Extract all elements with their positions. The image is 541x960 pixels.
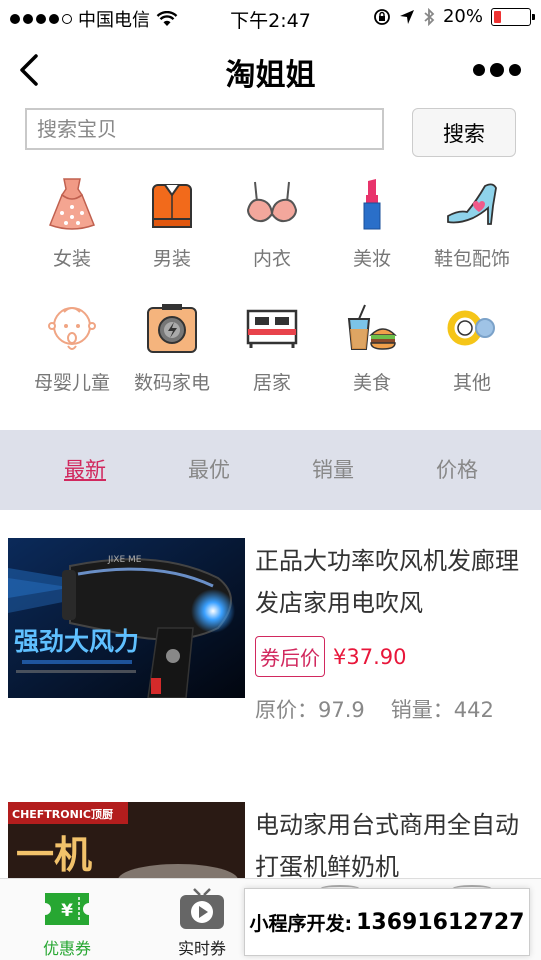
tab-label: 优惠券 xyxy=(42,939,91,958)
search-input[interactable] xyxy=(25,108,384,150)
category-baby[interactable]: 母婴儿童 xyxy=(22,296,122,406)
sales-value: 442 xyxy=(453,698,494,722)
category-label: 居家 xyxy=(252,372,291,394)
product-card[interactable]: CHEFTRONIC顶厨 一机 电动家用台式商用全自动打蛋机鲜奶机 xyxy=(8,802,541,878)
original-price: 原价：97.9 xyxy=(255,694,365,724)
product-card[interactable]: JIXE ME 强劲大风力 正品大功率吹风机发廊理发店家用电吹风 券后价 ¥37… xyxy=(8,538,541,728)
category-shoes-bags[interactable]: 鞋包配饰 xyxy=(422,172,522,282)
category-label: 女装 xyxy=(52,248,91,270)
coupon-row: 券后价 ¥37.90 xyxy=(255,636,406,677)
product-image[interactable]: JIXE ME 强劲大风力 xyxy=(8,538,245,698)
category-underwear[interactable]: 内衣 xyxy=(222,172,322,282)
battery-icon xyxy=(491,7,535,26)
product-image[interactable]: CHEFTRONIC顶厨 一机 xyxy=(8,802,245,878)
status-right: 20% xyxy=(373,6,535,27)
category-home[interactable]: 居家 xyxy=(222,296,322,406)
bed-icon xyxy=(240,296,304,360)
dress-icon xyxy=(40,172,104,236)
page-title: 淘姐姐 xyxy=(225,58,316,93)
product-meta: 原价：97.9 销量：442 xyxy=(255,694,494,724)
status-bar: 中国电信 下午2:47 20% xyxy=(0,0,541,36)
category-label: 美妆 xyxy=(352,248,391,270)
category-label: 美食 xyxy=(352,372,391,394)
category-digital[interactable]: 数码家电 xyxy=(122,296,222,406)
product-title[interactable]: 电动家用台式商用全自动打蛋机鲜奶机 xyxy=(255,804,535,878)
category-other[interactable]: 其他 xyxy=(422,296,522,406)
sort-tab-best[interactable]: 最优 xyxy=(147,430,271,510)
promo-label: 小程序开发: xyxy=(249,912,353,935)
food-icon xyxy=(340,296,404,360)
tab-coupons[interactable]: ¥ 优惠券 xyxy=(17,879,117,960)
category-label: 数码家电 xyxy=(133,372,210,394)
coupon-icon: ¥ xyxy=(42,887,92,931)
baby-icon xyxy=(40,296,104,360)
shirt-icon xyxy=(140,172,204,236)
category-label: 鞋包配饰 xyxy=(433,248,510,270)
original-price-value: 97.9 xyxy=(318,698,365,722)
high-heel-icon xyxy=(440,172,504,236)
play-icon xyxy=(177,887,227,931)
battery-percent: 20% xyxy=(442,6,483,27)
rings-icon xyxy=(440,296,504,360)
image-brand-text: JIXE ME xyxy=(107,555,142,565)
search-button[interactable]: 搜索 xyxy=(412,108,516,157)
more-icon[interactable] xyxy=(473,63,521,77)
product-title[interactable]: 正品大功率吹风机发廊理发店家用电吹风 xyxy=(255,540,535,624)
nav-bar: 淘姐姐 xyxy=(0,36,541,104)
tab-label: 实时券 xyxy=(177,939,226,958)
bluetooth-icon xyxy=(424,7,435,26)
bra-icon xyxy=(240,172,304,236)
promo-phone: 13691612727 xyxy=(356,909,525,935)
category-grid: 女装 男装 内衣 美妆 鞋包配饰 母婴儿童 数码家电 居家 美食 其他 xyxy=(22,172,522,406)
category-label: 男装 xyxy=(152,248,191,270)
tab-live-coupons[interactable]: 实时券 xyxy=(152,879,252,960)
sort-tab-sales[interactable]: 销量 xyxy=(271,430,395,510)
sort-bar: 最新 最优 销量 价格 xyxy=(0,430,541,510)
rotation-lock-icon xyxy=(374,8,390,25)
original-price-label: 原价： xyxy=(255,698,318,722)
category-women[interactable]: 女装 xyxy=(22,172,122,282)
category-cosmetics[interactable]: 美妆 xyxy=(322,172,422,282)
image-brand-text: CHEFTRONIC顶厨 xyxy=(12,808,113,821)
image-caption-text: 一机 xyxy=(16,833,92,877)
sales-label: 销量： xyxy=(390,698,454,722)
category-food[interactable]: 美食 xyxy=(322,296,422,406)
category-label: 内衣 xyxy=(252,248,291,270)
location-icon xyxy=(399,9,414,24)
sort-tab-price[interactable]: 价格 xyxy=(395,430,519,510)
coupon-price: ¥37.90 xyxy=(333,644,407,669)
category-label: 其他 xyxy=(452,372,491,394)
coupon-tag: 券后价 xyxy=(255,636,325,677)
lipstick-icon xyxy=(340,172,404,236)
battery-level xyxy=(494,10,501,23)
image-caption-text: 强劲大风力 xyxy=(14,627,139,656)
category-men[interactable]: 男装 xyxy=(122,172,222,282)
sort-tab-newest[interactable]: 最新 xyxy=(23,430,147,510)
category-label: 母婴儿童 xyxy=(33,372,110,394)
promo-banner[interactable]: 小程序开发: 13691612727 xyxy=(244,888,530,956)
camera-icon xyxy=(140,296,204,360)
sales-count: 销量：442 xyxy=(391,694,494,724)
svg-text:¥: ¥ xyxy=(61,901,73,921)
